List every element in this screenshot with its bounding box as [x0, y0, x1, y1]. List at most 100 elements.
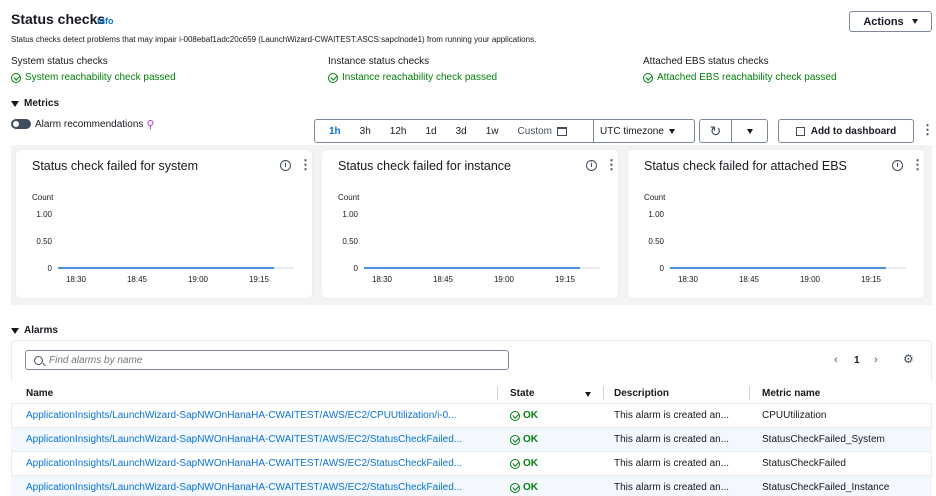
widget-instance: Status check failed for instance i ⋮ Cou… [322, 150, 618, 298]
range-option[interactable]: 12h [390, 126, 407, 137]
caret-down-icon [668, 128, 675, 134]
alarm-recommendations-label: Alarm recommendations [35, 119, 144, 130]
alarms-section-toggle[interactable]: Alarms [11, 325, 58, 336]
alarm-metric: StatusCheckFailed_Instance [762, 482, 890, 493]
y-tick-label: 0 [660, 264, 665, 273]
status-chart: Count 1.00 0.50 0 18:30 18:45 19:00 19:15 [32, 193, 294, 284]
page-number[interactable]: 1 [854, 355, 860, 366]
range-option[interactable]: 3h [360, 126, 371, 137]
alarm-name-link[interactable]: ApplicationInsights/LaunchWizard-SapNWOn… [26, 434, 462, 445]
column-divider [497, 386, 498, 400]
lightbulb-icon[interactable]: ⚲ [146, 118, 154, 131]
actions-button[interactable]: Actions [849, 11, 932, 32]
range-option[interactable]: 1w [486, 126, 499, 137]
metrics-section-toggle[interactable]: Metrics [11, 98, 59, 109]
check-circle-icon [328, 72, 338, 83]
range-option[interactable]: 3d [456, 126, 467, 137]
x-tick-label: 19:00 [188, 275, 209, 284]
system-check-status: System reachability check passed [11, 72, 176, 83]
add-to-dashboard-button[interactable]: Add to dashboard [778, 119, 914, 143]
custom-range-option[interactable]: Custom [518, 126, 552, 137]
y-axis-label: Count [338, 193, 360, 202]
status-chart: Count 1.00 0.50 0 18:30 18:45 19:00 19:15 [644, 193, 906, 284]
info-link[interactable]: Info [97, 16, 114, 26]
column-description[interactable]: Description [614, 388, 669, 399]
table-row: ApplicationInsights/LaunchWizard-SapNWOn… [11, 404, 932, 428]
sort-caret-icon[interactable] [585, 392, 591, 397]
alarm-search[interactable] [25, 350, 509, 370]
metrics-section-label: Metrics [24, 98, 60, 109]
state-text: OK [523, 410, 538, 421]
y-tick-label: 1.00 [648, 210, 664, 219]
next-page-icon[interactable]: › [874, 354, 878, 366]
check-circle-icon [510, 458, 520, 469]
more-options-icon[interactable]: ⋮ [921, 123, 934, 136]
y-tick-label: 0 [48, 264, 53, 273]
y-tick-label: 0.50 [342, 237, 358, 246]
page-subtitle: Status checks detect problems that may i… [11, 35, 537, 44]
external-link-icon [795, 126, 805, 136]
alarm-recommendations-toggle[interactable] [11, 119, 31, 129]
column-state[interactable]: State [510, 388, 534, 399]
check-circle-icon [643, 72, 653, 83]
refresh-interval-dropdown[interactable] [732, 119, 768, 143]
widget-ebs: Status check failed for attached EBS i ⋮… [628, 150, 924, 298]
refresh-button[interactable]: ↻ [699, 119, 732, 143]
x-tick-label: 18:30 [66, 275, 87, 284]
y-tick-label: 0.50 [36, 237, 52, 246]
ebs-check-text: Attached EBS reachability check passed [657, 72, 837, 83]
range-option[interactable]: 1h [329, 126, 341, 137]
range-option[interactable]: 1d [425, 126, 436, 137]
x-tick-label: 18:45 [739, 275, 760, 284]
instance-check-heading: Instance status checks [328, 56, 430, 67]
alarm-name-link[interactable]: ApplicationInsights/LaunchWizard-SapNWOn… [26, 458, 462, 469]
alarm-description: This alarm is created an... [614, 434, 730, 445]
y-tick-label: 1.00 [36, 210, 52, 219]
y-tick-label: 0.50 [648, 237, 664, 246]
add-to-dashboard-label: Add to dashboard [810, 125, 897, 137]
system-check-heading: System status checks [11, 56, 108, 67]
state-text: OK [523, 434, 538, 445]
widget-system: Status check failed for system i ⋮ Count… [16, 150, 312, 298]
x-tick-label: 18:45 [433, 275, 454, 284]
settings-gear-icon[interactable]: ⚙ [903, 352, 914, 366]
check-circle-icon [510, 482, 520, 493]
alarm-search-input[interactable] [49, 354, 489, 366]
page-title: Status checks [11, 11, 106, 27]
y-tick-label: 1.00 [342, 210, 358, 219]
x-tick-label: 18:30 [372, 275, 393, 284]
refresh-icon: ↻ [709, 122, 722, 139]
search-icon [34, 355, 43, 365]
y-axis-label: Count [32, 193, 54, 202]
x-tick-label: 18:45 [127, 275, 148, 284]
ebs-check-status: Attached EBS reachability check passed [643, 72, 837, 83]
x-tick-label: 19:15 [555, 275, 576, 284]
timezone-select[interactable]: UTC timezone [594, 119, 695, 143]
check-circle-icon [11, 72, 21, 83]
check-circle-icon [510, 434, 520, 445]
alarm-name-link[interactable]: ApplicationInsights/LaunchWizard-SapNWOn… [26, 410, 457, 421]
calendar-icon[interactable] [556, 126, 567, 136]
alarm-state: OK [510, 434, 538, 445]
x-tick-label: 19:00 [800, 275, 821, 284]
table-row: ApplicationInsights/LaunchWizard-SapNWOn… [11, 476, 932, 496]
alarm-description: This alarm is created an... [614, 410, 730, 421]
column-name[interactable]: Name [26, 388, 53, 399]
instance-check-text: Instance reachability check passed [342, 72, 498, 83]
state-text: OK [523, 458, 538, 469]
status-chart: Count 1.00 0.50 0 18:30 18:45 19:00 19:15 [338, 193, 600, 284]
alarm-state: OK [510, 482, 538, 493]
column-metric-name[interactable]: Metric name [762, 388, 820, 399]
x-tick-label: 19:15 [249, 275, 270, 284]
alarm-metric: StatusCheckFailed_System [762, 434, 885, 445]
alarms-table-header: Name State Description Metric name [11, 382, 932, 404]
column-divider [749, 386, 750, 400]
alarm-name-link[interactable]: ApplicationInsights/LaunchWizard-SapNWOn… [26, 482, 462, 493]
alarm-metric: CPUUtilization [762, 410, 827, 421]
caret-down-icon [11, 100, 19, 107]
check-circle-icon [510, 410, 520, 421]
alarm-description: This alarm is created an... [614, 482, 730, 493]
prev-page-icon[interactable]: ‹ [834, 354, 838, 366]
timezone-label: UTC timezone [600, 125, 664, 137]
alarm-description: This alarm is created an... [614, 458, 730, 469]
